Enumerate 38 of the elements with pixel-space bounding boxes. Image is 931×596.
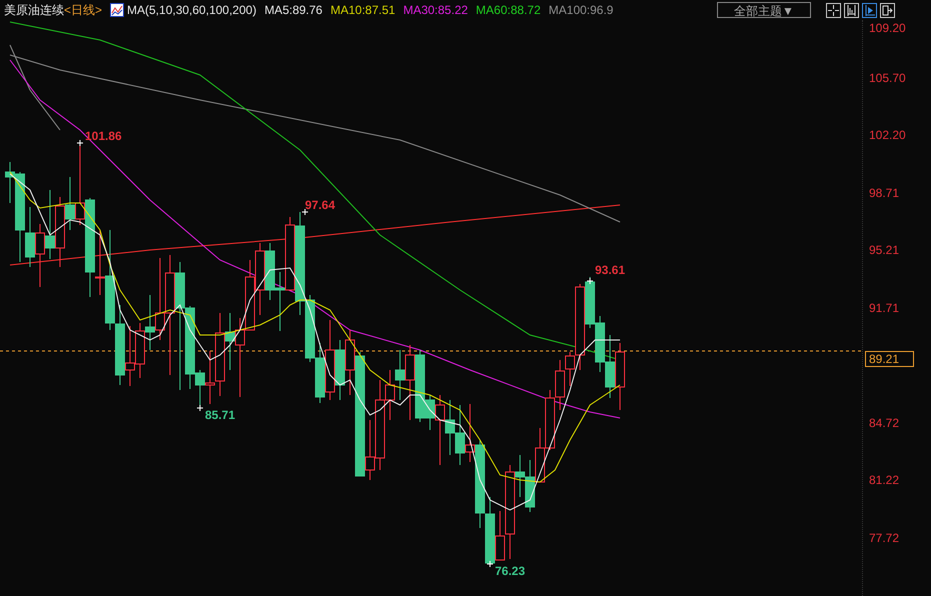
current-price-label: 89.21	[865, 351, 914, 367]
cross-marker	[486, 560, 494, 568]
ma-value: MA100:96.9	[548, 3, 614, 17]
price-axis-label: 109.20	[869, 21, 906, 35]
crosshair-icon	[828, 4, 839, 16]
period-label[interactable]: <日线>	[64, 2, 102, 18]
price-axis-label: 81.22	[869, 473, 900, 487]
ma-value: MA60:88.72	[476, 3, 541, 17]
price-annotation: 97.64	[305, 198, 336, 212]
ma-value: MA10:87.51	[330, 3, 396, 17]
instrument-name: 美原油连续	[4, 2, 64, 18]
toolbar-button[interactable]	[844, 2, 859, 18]
line-chart-icon	[110, 3, 124, 17]
price-axis-label: 84.72	[869, 416, 900, 430]
cross-marker	[196, 404, 204, 412]
toolbar-button[interactable]	[880, 2, 895, 18]
toolbar-button[interactable]	[862, 2, 877, 18]
price-annotation: 76.23	[495, 564, 526, 578]
theme-dropdown[interactable]: 全部主题▼	[717, 2, 811, 18]
ma-value: MA30:85.22	[403, 3, 468, 17]
indicator-name: MA(5,10,30,60,100,200)	[127, 3, 256, 17]
cross-marker	[302, 208, 308, 216]
cross-marker	[76, 140, 84, 146]
price-axis-label: 98.71	[869, 186, 900, 200]
range-icon	[846, 4, 857, 16]
price-annotation: 93.61	[595, 263, 626, 277]
exit-icon	[882, 4, 893, 16]
price-axis-label: 102.20	[869, 128, 906, 142]
price-axis-label: 91.71	[869, 300, 900, 314]
cross-marker	[586, 278, 594, 284]
price-annotation: 101.86	[85, 129, 122, 143]
ma-value: MA5:89.76	[264, 3, 322, 17]
price-axis-label: 95.21	[869, 243, 900, 257]
price-axis-label: 105.70	[869, 70, 906, 84]
toolbar-button[interactable]	[826, 2, 841, 18]
price-axis-label: 77.72	[869, 530, 900, 544]
price-annotation: 85.71	[205, 408, 236, 422]
play-icon	[864, 4, 875, 16]
